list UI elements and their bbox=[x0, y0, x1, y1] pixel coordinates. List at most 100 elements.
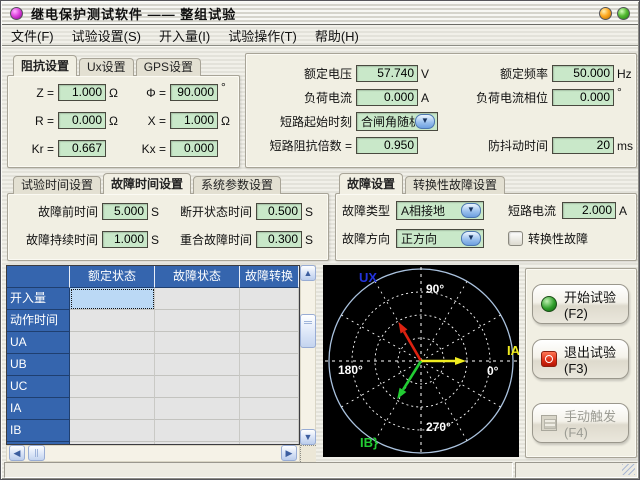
ib-phasor bbox=[403, 361, 421, 390]
table-cell[interactable] bbox=[70, 332, 155, 354]
r-unit: Ω bbox=[109, 114, 118, 128]
tab-convert-fault-settings[interactable]: 转换性故障设置 bbox=[405, 176, 505, 194]
table-cell[interactable] bbox=[70, 354, 155, 376]
hscroll-thumb[interactable] bbox=[28, 445, 45, 461]
col-header-fault-convert: 故障转换 bbox=[240, 266, 299, 288]
phi-input[interactable]: 90.000 bbox=[170, 84, 218, 101]
debounce-input[interactable]: 20 bbox=[552, 137, 614, 154]
prefault-time-input[interactable]: 5.000 bbox=[102, 203, 148, 220]
table-cell[interactable] bbox=[240, 376, 299, 398]
reclose-fault-time-input[interactable]: 0.300 bbox=[256, 231, 302, 248]
table-cell[interactable] bbox=[155, 354, 240, 376]
phasor-label-180: 180° bbox=[338, 363, 363, 377]
start-test-button[interactable]: 开始试验(F2) bbox=[532, 284, 629, 324]
table-cell[interactable] bbox=[70, 398, 155, 420]
z-input[interactable]: 1.000 bbox=[58, 84, 106, 101]
rated-freq-unit: Hz bbox=[617, 67, 632, 81]
phasor-label-90: 90° bbox=[426, 282, 444, 296]
table-cell[interactable] bbox=[240, 420, 299, 442]
tab-impedance-settings[interactable]: 阻抗设置 bbox=[13, 55, 77, 76]
table-cell[interactable] bbox=[155, 376, 240, 398]
fault-tabstrip: 故障设置 转换性故障设置 bbox=[339, 173, 507, 194]
ratings-panel: 额定电压 57.740 V 额定频率 50.000 Hz 负荷电流 0.000 … bbox=[245, 53, 637, 168]
table-cell[interactable] bbox=[155, 332, 240, 354]
fault-direction-dropdown[interactable]: 正方向 ▼ bbox=[396, 229, 484, 248]
z-unit: Ω bbox=[109, 86, 118, 100]
rated-freq-label: 额定频率 bbox=[432, 65, 548, 82]
kx-input[interactable]: 0.000 bbox=[170, 140, 218, 157]
load-phase-input[interactable]: 0.000 bbox=[552, 89, 614, 106]
tab-system-params[interactable]: 系统参数设置 bbox=[193, 176, 281, 194]
menu-test-settings[interactable]: 试验设置(S) bbox=[63, 24, 150, 47]
load-current-input[interactable]: 0.000 bbox=[356, 89, 418, 106]
table-hscrollbar[interactable]: ◀ ▶ bbox=[6, 445, 300, 462]
kr-input[interactable]: 0.667 bbox=[58, 140, 106, 157]
exit-test-button[interactable]: 退出试验(F3) bbox=[532, 339, 629, 379]
tab-fault-settings[interactable]: 故障设置 bbox=[339, 173, 403, 194]
table-cell[interactable] bbox=[155, 420, 240, 442]
fault-type-dropdown[interactable]: A相接地 ▼ bbox=[396, 201, 484, 220]
row-header: IB bbox=[7, 420, 70, 442]
table-cell[interactable] bbox=[240, 398, 299, 420]
rated-freq-input[interactable]: 50.000 bbox=[552, 65, 614, 82]
table-cell[interactable] bbox=[155, 288, 240, 310]
io-state-table: 额定状态 故障状态 故障转换 开入量 动作时间 UA UB bbox=[6, 265, 300, 445]
phasor-label-ia: IA bbox=[507, 343, 519, 358]
prefault-time-unit: S bbox=[151, 205, 159, 219]
table-cell[interactable] bbox=[155, 310, 240, 332]
table-cell[interactable] bbox=[70, 376, 155, 398]
table-cell[interactable] bbox=[240, 288, 299, 310]
prefault-time-label: 故障前时间 bbox=[18, 203, 98, 220]
open-state-time-label: 断开状态时间 bbox=[166, 203, 252, 220]
menu-test-operation[interactable]: 试验操作(T) bbox=[219, 24, 306, 47]
close-button[interactable] bbox=[617, 7, 630, 20]
table-cell[interactable] bbox=[70, 310, 155, 332]
manual-trigger-icon bbox=[541, 415, 557, 431]
system-menu-icon[interactable] bbox=[10, 7, 23, 20]
table-cell[interactable] bbox=[240, 310, 299, 332]
sc-current-input[interactable]: 2.000 bbox=[562, 202, 616, 219]
tab-ux-settings[interactable]: Ux设置 bbox=[79, 58, 134, 76]
sc-impedance-ratio-input[interactable]: 0.950 bbox=[356, 137, 418, 154]
chevron-down-icon[interactable]: ▼ bbox=[461, 203, 481, 218]
scroll-down-icon[interactable]: ▼ bbox=[300, 429, 316, 445]
r-input[interactable]: 0.000 bbox=[58, 112, 106, 129]
menu-binary-input[interactable]: 开入量(I) bbox=[150, 24, 219, 47]
menu-help[interactable]: 帮助(H) bbox=[306, 24, 368, 47]
table-cell[interactable] bbox=[240, 332, 299, 354]
convert-fault-checkbox[interactable] bbox=[508, 231, 523, 246]
sc-start-dropdown[interactable]: 合闸角随机 ▼ bbox=[356, 112, 438, 131]
tab-test-time[interactable]: 试验时间设置 bbox=[13, 176, 101, 194]
scroll-left-icon[interactable]: ◀ bbox=[9, 445, 25, 461]
col-header-rated-state: 额定状态 bbox=[70, 266, 155, 288]
menu-file[interactable]: 文件(F) bbox=[2, 24, 63, 47]
minimize-button[interactable] bbox=[599, 7, 612, 20]
table-cell-selected[interactable] bbox=[70, 288, 155, 310]
fault-type-label: 故障类型 bbox=[340, 202, 390, 219]
start-test-label: 开始试验(F2) bbox=[564, 287, 628, 321]
z-label: Z = bbox=[16, 86, 54, 100]
open-state-time-input[interactable]: 0.500 bbox=[256, 203, 302, 220]
resize-grip[interactable] bbox=[622, 464, 635, 475]
table-vscrollbar[interactable]: ▲ ▼ bbox=[300, 265, 316, 445]
tab-fault-time[interactable]: 故障时间设置 bbox=[103, 173, 191, 194]
vscroll-thumb[interactable] bbox=[300, 314, 316, 348]
chevron-down-icon[interactable]: ▼ bbox=[461, 231, 481, 246]
app-window: 继电保护测试软件 —— 整组试验 文件(F) 试验设置(S) 开入量(I) 试验… bbox=[0, 0, 640, 480]
x-input[interactable]: 1.000 bbox=[170, 112, 218, 129]
reclose-fault-time-unit: S bbox=[305, 233, 313, 247]
title-bar: 继电保护测试软件 —— 整组试验 bbox=[2, 2, 638, 25]
scroll-right-icon[interactable]: ▶ bbox=[281, 445, 297, 461]
chevron-down-icon[interactable]: ▼ bbox=[415, 114, 435, 129]
fault-duration-input[interactable]: 1.000 bbox=[102, 231, 148, 248]
sc-current-label: 短路电流 bbox=[504, 202, 556, 219]
phasor-label-ib: IB} bbox=[360, 435, 378, 450]
tab-gps-settings[interactable]: GPS设置 bbox=[136, 58, 201, 76]
rated-voltage-input[interactable]: 57.740 bbox=[356, 65, 418, 82]
scroll-up-icon[interactable]: ▲ bbox=[300, 265, 316, 281]
table-cell[interactable] bbox=[240, 354, 299, 376]
phasor-display: UX 90° IA 0° 180° 270° IB} bbox=[323, 265, 519, 457]
table-cell[interactable] bbox=[155, 398, 240, 420]
fault-direction-label: 故障方向 bbox=[340, 230, 390, 247]
table-cell[interactable] bbox=[70, 420, 155, 442]
